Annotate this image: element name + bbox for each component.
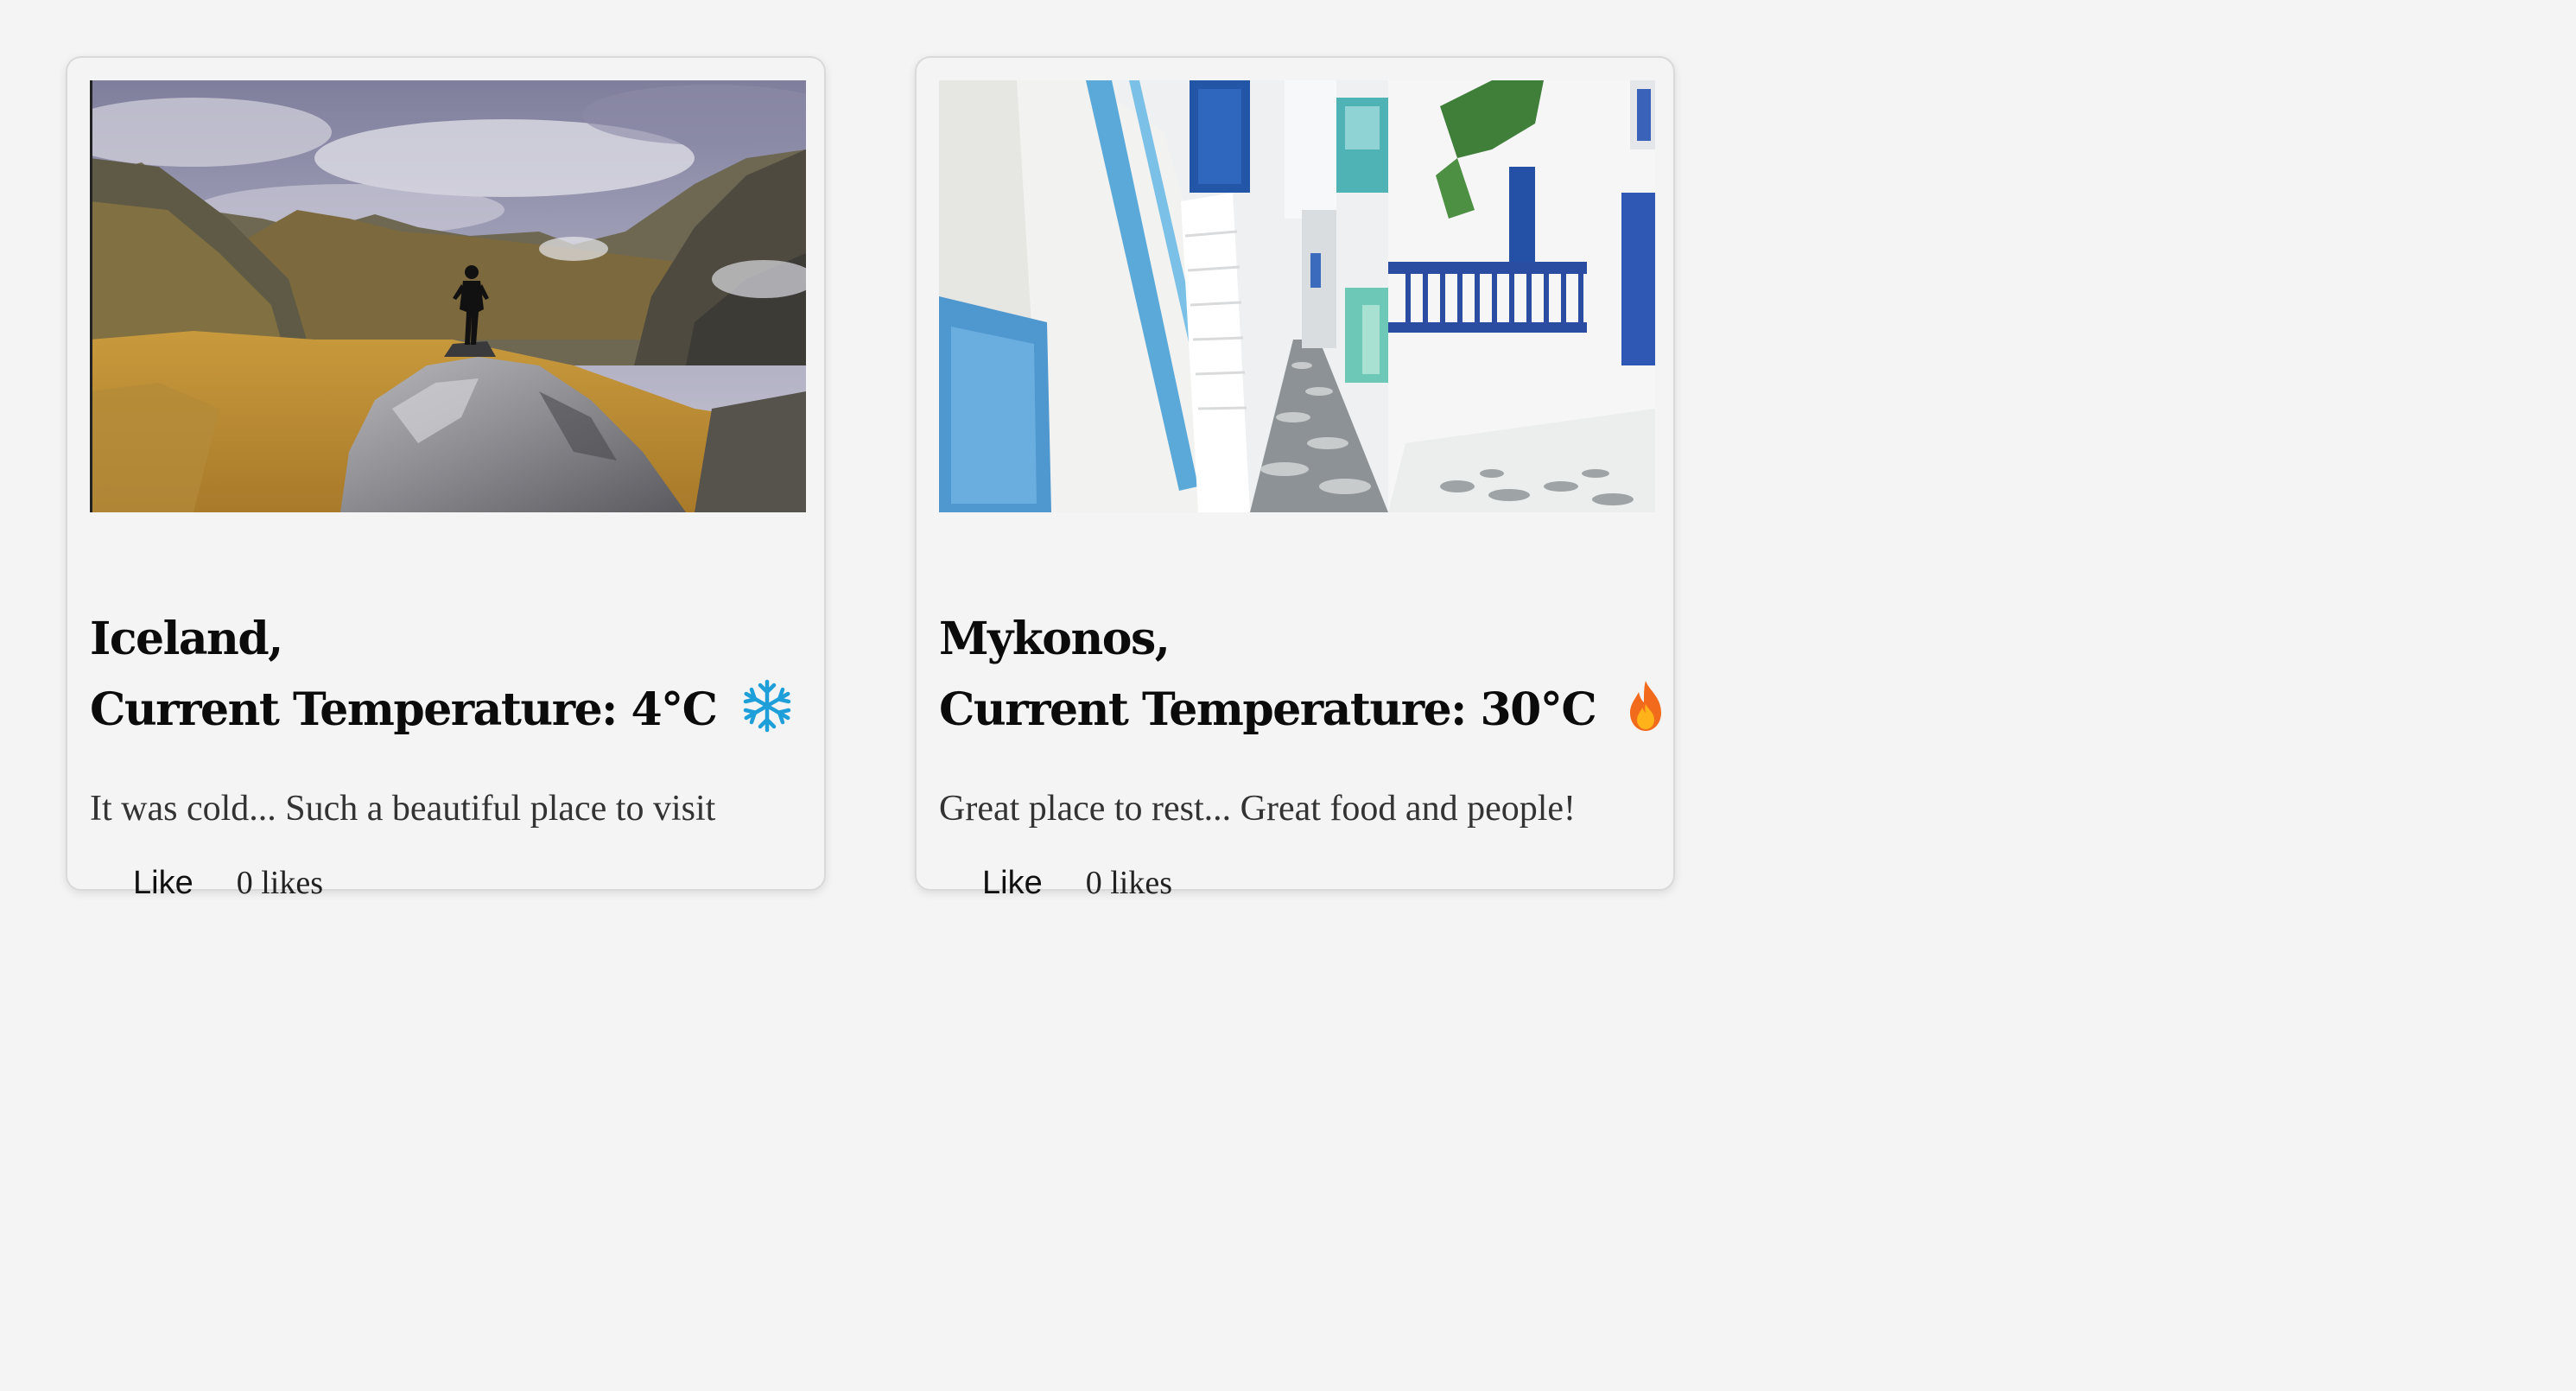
card-title: Mykonos, Current Temperature: 30°C (939, 604, 1662, 746)
like-row: Like 0 likes (90, 857, 323, 909)
snowflake-icon (739, 678, 795, 734)
temperature-text: Current Temperature: 4°C (90, 683, 718, 736)
likes-count: 0 likes (1085, 865, 1172, 901)
whitewashed-alley-image (939, 80, 1655, 512)
card-description: Great place to rest... Great food and pe… (939, 789, 1577, 829)
like-button[interactable]: Like (90, 865, 214, 902)
fire-icon (1618, 678, 1673, 734)
likes-count: 0 likes (236, 865, 323, 901)
volcanic-landscape-image (90, 80, 806, 512)
like-button[interactable]: Like (939, 865, 1063, 902)
card-title: Iceland, Current Temperature: 4°C (90, 604, 807, 746)
temperature-text: Current Temperature: 30°C (939, 683, 1597, 736)
destination-photo-iceland (90, 80, 806, 512)
location-name: Mykonos, (939, 613, 1171, 665)
destination-card-iceland: Iceland, Current Temperature: 4°C It was… (66, 56, 826, 901)
location-name: Iceland, (90, 613, 283, 665)
destination-cards: Iceland, Current Temperature: 4°C It was… (0, 0, 2576, 1391)
temperature-line: Current Temperature: 30°C (939, 675, 1662, 746)
destination-card-mykonos: Mykonos, Current Temperature: 30°C Great… (915, 56, 1675, 901)
card-description: It was cold... Such a beautiful place to… (90, 789, 716, 829)
destination-photo-mykonos (939, 80, 1655, 512)
like-row: Like 0 likes (939, 857, 1172, 909)
temperature-line: Current Temperature: 4°C (90, 675, 807, 746)
